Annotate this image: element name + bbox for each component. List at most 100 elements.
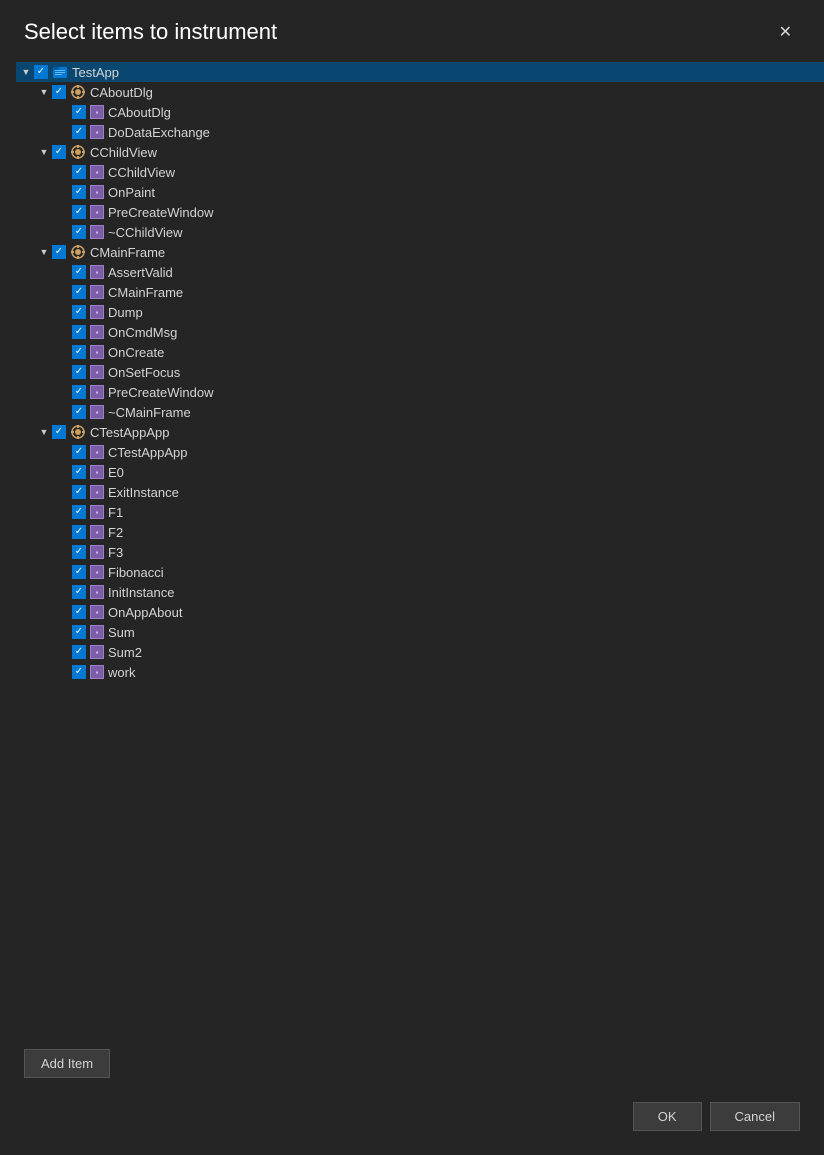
checkbox-assertvalid[interactable] <box>72 265 86 279</box>
tree-item-dump[interactable]: ▪ Dump <box>16 302 824 322</box>
tree-item-sum[interactable]: ▪ Sum <box>16 622 824 642</box>
tree-root-testapp[interactable]: TestApp <box>16 62 824 82</box>
checkbox-testapp[interactable] <box>34 65 48 79</box>
checkbox-onpaint[interactable] <box>72 185 86 199</box>
expander-testapp[interactable] <box>18 64 34 80</box>
checkbox-cmainframe-dtor[interactable] <box>72 405 86 419</box>
tree-item-f1[interactable]: ▪ F1 <box>16 502 824 522</box>
checkbox-oncreate[interactable] <box>72 345 86 359</box>
checkbox-cchildview-dtor[interactable] <box>72 225 86 239</box>
method-icon: ▪ <box>90 625 104 639</box>
checkbox-dodataexchange[interactable] <box>72 125 86 139</box>
tree-item-cchildview-ctor[interactable]: ▪ CChildView <box>16 162 824 182</box>
tree-item-ctestappapp[interactable]: CTestAppApp <box>16 422 824 442</box>
tree-item-work[interactable]: ▪ work <box>16 662 824 682</box>
method-label: F2 <box>108 525 123 540</box>
checkbox-e0[interactable] <box>72 465 86 479</box>
expander-caboutdlg[interactable] <box>36 84 52 100</box>
method-label: Dump <box>108 305 143 320</box>
checkbox-oncmdmsg[interactable] <box>72 325 86 339</box>
checkbox-caboutdlg-ctor[interactable] <box>72 105 86 119</box>
checkbox-ctestappapp-ctor[interactable] <box>72 445 86 459</box>
method-icon: ▪ <box>90 105 104 119</box>
expander-cmainframe[interactable] <box>36 244 52 260</box>
method-icon: ▪ <box>90 365 104 379</box>
tree-item-e0[interactable]: ▪ E0 <box>16 462 824 482</box>
method-label: OnAppAbout <box>108 605 182 620</box>
method-label: OnCreate <box>108 345 164 360</box>
method-icon: ▪ <box>90 205 104 219</box>
method-icon: ▪ <box>90 305 104 319</box>
tree-item-onpaint[interactable]: ▪ OnPaint <box>16 182 824 202</box>
dialog: Select items to instrument ✕ TestApp <box>0 0 824 1155</box>
tree-item-precreatewindow2[interactable]: ▪ PreCreateWindow <box>16 382 824 402</box>
tree-item-sum2[interactable]: ▪ Sum2 <box>16 642 824 662</box>
checkbox-caboutdlg[interactable] <box>52 85 66 99</box>
tree-item-cchildview[interactable]: CChildView <box>16 142 824 162</box>
tree-item-f3[interactable]: ▪ F3 <box>16 542 824 562</box>
expander-ctestappapp[interactable] <box>36 424 52 440</box>
tree-item-dodataexchange[interactable]: ▪ DoDataExchange <box>16 122 824 142</box>
tree-item-cmainframe-ctor[interactable]: ▪ CMainFrame <box>16 282 824 302</box>
tree-item-onsetfocus[interactable]: ▪ OnSetFocus <box>16 362 824 382</box>
ok-button[interactable]: OK <box>633 1102 702 1131</box>
checkbox-cmainframe-ctor[interactable] <box>72 285 86 299</box>
tree-item-caboutdlg-ctor[interactable]: ▪ CAboutDlg <box>16 102 824 122</box>
checkbox-initinstance[interactable] <box>72 585 86 599</box>
method-label: DoDataExchange <box>108 125 210 140</box>
tree-item-precreatewindow1[interactable]: ▪ PreCreateWindow <box>16 202 824 222</box>
method-label: CTestAppApp <box>108 445 188 460</box>
tree-item-exitinstance[interactable]: ▪ ExitInstance <box>16 482 824 502</box>
tree-item-f2[interactable]: ▪ F2 <box>16 522 824 542</box>
checkbox-f1[interactable] <box>72 505 86 519</box>
checkbox-f2[interactable] <box>72 525 86 539</box>
checkbox-dump[interactable] <box>72 305 86 319</box>
checkbox-sum2[interactable] <box>72 645 86 659</box>
method-label: CAboutDlg <box>108 105 171 120</box>
action-buttons: OK Cancel <box>0 1094 824 1155</box>
method-icon: ▪ <box>90 345 104 359</box>
class-icon-cmainframe <box>70 244 86 260</box>
tree-item-onappabout[interactable]: ▪ OnAppAbout <box>16 602 824 622</box>
tree-item-cmainframe-dtor[interactable]: ▪ ~CMainFrame <box>16 402 824 422</box>
checkbox-cmainframe[interactable] <box>52 245 66 259</box>
tree-item-assertvalid[interactable]: ▪ AssertValid <box>16 262 824 282</box>
tree-item-caboutdlg[interactable]: CAboutDlg <box>16 82 824 102</box>
method-icon: ▪ <box>90 445 104 459</box>
tree-item-ctestappapp-ctor[interactable]: ▪ CTestAppApp <box>16 442 824 462</box>
method-icon: ▪ <box>90 525 104 539</box>
class-icon-ctestappapp <box>70 424 86 440</box>
checkbox-cchildview-ctor[interactable] <box>72 165 86 179</box>
checkbox-exitinstance[interactable] <box>72 485 86 499</box>
method-label: E0 <box>108 465 124 480</box>
checkbox-sum[interactable] <box>72 625 86 639</box>
checkbox-onappabout[interactable] <box>72 605 86 619</box>
checkbox-onsetfocus[interactable] <box>72 365 86 379</box>
method-icon: ▪ <box>90 165 104 179</box>
checkbox-precreatewindow1[interactable] <box>72 205 86 219</box>
expander-cchildview[interactable] <box>36 144 52 160</box>
tree-item-oncmdmsg[interactable]: ▪ OnCmdMsg <box>16 322 824 342</box>
tree-item-oncreate[interactable]: ▪ OnCreate <box>16 342 824 362</box>
tree-item-fibonacci[interactable]: ▪ Fibonacci <box>16 562 824 582</box>
checkbox-cchildview[interactable] <box>52 145 66 159</box>
cancel-button[interactable]: Cancel <box>710 1102 800 1131</box>
ctestappapp-label: CTestAppApp <box>90 425 170 440</box>
checkbox-ctestappapp[interactable] <box>52 425 66 439</box>
testapp-label: TestApp <box>72 65 119 80</box>
method-icon: ▪ <box>90 125 104 139</box>
tree-item-initinstance[interactable]: ▪ InitInstance <box>16 582 824 602</box>
method-label: Fibonacci <box>108 565 164 580</box>
tree-container[interactable]: TestApp CAboutDlg ▪ CAbo <box>0 54 824 1033</box>
tree-item-cmainframe[interactable]: CMainFrame <box>16 242 824 262</box>
add-item-button[interactable]: Add Item <box>24 1049 110 1078</box>
close-button[interactable]: ✕ <box>771 18 800 46</box>
method-label: OnSetFocus <box>108 365 180 380</box>
checkbox-fibonacci[interactable] <box>72 565 86 579</box>
tree-item-cchildview-dtor[interactable]: ▪ ~CChildView <box>16 222 824 242</box>
checkbox-f3[interactable] <box>72 545 86 559</box>
checkbox-precreatewindow2[interactable] <box>72 385 86 399</box>
method-icon: ▪ <box>90 325 104 339</box>
checkbox-work[interactable] <box>72 665 86 679</box>
method-label: CChildView <box>108 165 175 180</box>
